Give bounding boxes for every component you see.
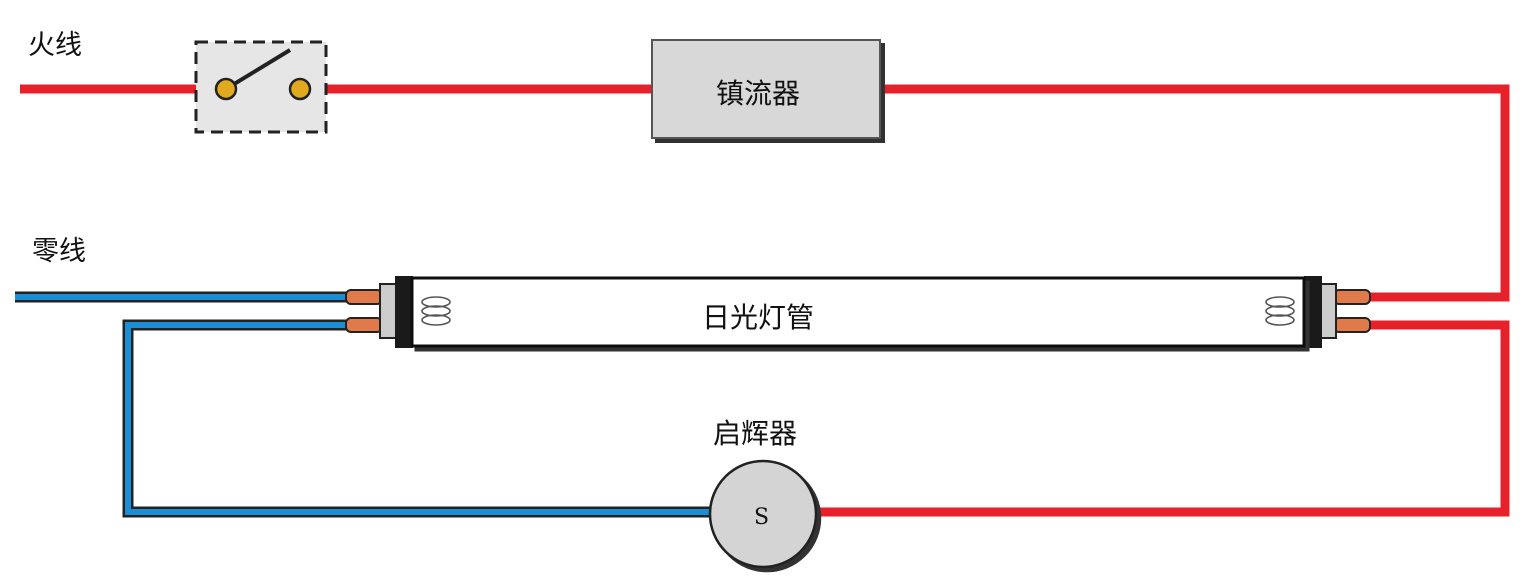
tube-body bbox=[410, 276, 1306, 348]
neutral-wire-label: 零线 bbox=[32, 236, 86, 267]
tube-pin-right-bottom bbox=[1333, 317, 1371, 333]
fluorescent-tube bbox=[345, 276, 1371, 348]
switch bbox=[194, 40, 328, 134]
switch-contact-right bbox=[288, 77, 312, 101]
starter-label: 启辉器 bbox=[713, 417, 798, 450]
switch-contact-left bbox=[214, 77, 238, 101]
ballast-label: 镇流器 bbox=[716, 77, 801, 110]
tube-cap-left bbox=[379, 283, 397, 339]
tube-pin-left-bottom bbox=[345, 317, 383, 333]
live-wire-label: 火线 bbox=[28, 30, 82, 61]
tube-cap-right bbox=[1319, 283, 1337, 339]
starter-symbol: S bbox=[754, 505, 770, 530]
starter-neutral-wire bbox=[122, 319, 712, 518]
tube-label: 日光灯管 bbox=[702, 301, 815, 334]
starter-live-wire bbox=[815, 320, 1510, 517]
tube-pin-right-top bbox=[1333, 289, 1371, 305]
tube-pin-left-top bbox=[345, 289, 383, 305]
